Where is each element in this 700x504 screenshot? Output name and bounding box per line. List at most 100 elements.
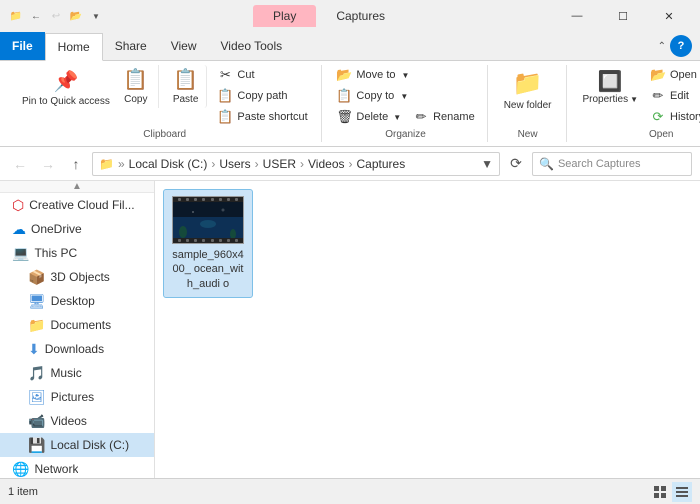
sidebar-label-pictures: Pictures [51, 390, 94, 404]
address-part-1: Local Disk (C:) [129, 157, 208, 171]
open-content: 🔲 Properties ▼ 📂 Open ▼ ✏ Edit ⟳ [577, 65, 700, 127]
sidebar-label-videos: Videos [50, 414, 86, 428]
refresh-button[interactable]: ⟳ [504, 152, 528, 176]
back-button[interactable]: ← [8, 152, 32, 176]
properties-icon: 🔲 [598, 69, 623, 94]
sidebar-scroll-up[interactable]: ▲ [0, 181, 154, 193]
copy-path-button[interactable]: 📋 Copy path [213, 86, 313, 106]
address-dropdown-arrow[interactable]: ▼ [481, 157, 493, 171]
rename-button[interactable]: ✏ Rename [409, 107, 479, 127]
move-to-label: Move to [356, 69, 395, 81]
delete-arrow: ▼ [393, 113, 401, 122]
address-sep-1: » [118, 157, 125, 171]
close-button[interactable]: ✕ [646, 0, 692, 32]
tab-home[interactable]: Home [45, 33, 103, 61]
sidebar-item-network[interactable]: 🌐 Network [0, 457, 154, 478]
status-count: 1 item [8, 486, 650, 498]
sidebar-item-documents[interactable]: 📁 Documents [0, 313, 154, 337]
paste-shortcut-button[interactable]: 📋 Paste shortcut [213, 107, 313, 127]
sidebar-item-desktop[interactable]: 🖥 Desktop [0, 289, 154, 313]
help-button[interactable]: ? [670, 35, 692, 57]
pin-icon: 📌 [53, 69, 78, 94]
forward-button[interactable]: → [36, 152, 60, 176]
music-icon: 🎵 [28, 365, 45, 382]
tab-share[interactable]: Share [103, 32, 159, 60]
address-part-4: Videos [308, 157, 344, 171]
title-center: Play Captures [104, 5, 554, 27]
delete-button[interactable]: 🗑 Delete ▼ [332, 107, 405, 127]
up-button[interactable]: ↑ [64, 152, 88, 176]
paste-button[interactable]: 📋 Paste [165, 65, 208, 108]
details-view-button[interactable] [672, 482, 692, 502]
ribbon: 📌 Pin to Quick access 📋 Copy 📋 Paste ✂ C… [0, 61, 700, 147]
ribbon-group-new: 📁 New folder New [490, 65, 567, 142]
tab-view[interactable]: View [159, 32, 209, 60]
sidebar-item-videos[interactable]: 📹 Videos [0, 409, 154, 433]
address-sep-3: › [255, 157, 259, 171]
sidebar-item-3d-objects[interactable]: 📦 3D Objects [0, 265, 154, 289]
copy-to-button[interactable]: 📋 Copy to ▼ [332, 86, 478, 106]
file-item-0[interactable]: sample_960x400_ ocean_with_audi o [163, 189, 253, 298]
paste-label: Paste [173, 94, 199, 106]
sidebar-label-this-pc: This PC [34, 246, 77, 260]
move-to-button[interactable]: 📂 Move to ▼ [332, 65, 478, 85]
sidebar-item-onedrive[interactable]: ☁ OneDrive [0, 217, 154, 241]
desktop-icon: 🖥 [28, 293, 46, 310]
sidebar-label-music: Music [50, 366, 81, 380]
large-icon-view-button[interactable] [650, 482, 670, 502]
pin-to-quick-access-button[interactable]: 📌 Pin to Quick access [16, 65, 116, 112]
address-bar[interactable]: 📁 » Local Disk (C:) › Users › USER › Vid… [92, 152, 500, 176]
minimize-button[interactable]: — [554, 0, 600, 32]
sidebar-label-local-disk: Local Disk (C:) [50, 438, 129, 452]
history-button[interactable]: ⟳ History [646, 107, 700, 127]
folder-icon: 📂 [68, 8, 84, 24]
sidebar-item-downloads[interactable]: ⬇ Downloads [0, 337, 154, 361]
sidebar-item-music[interactable]: 🎵 Music [0, 361, 154, 385]
open-small-buttons: 📂 Open ▼ ✏ Edit ⟳ History [646, 65, 700, 127]
copy-button[interactable]: 📋 Copy [118, 65, 154, 108]
new-folder-button[interactable]: 📁 New folder [498, 65, 558, 116]
view-buttons [650, 482, 692, 502]
copy-to-label: Copy to [356, 90, 394, 102]
search-bar[interactable]: 🔍 Search Captures [532, 152, 692, 176]
nav-bar: ← → ↑ 📁 » Local Disk (C:) › Users › USER… [0, 147, 700, 181]
paste-icon: 📋 [173, 67, 198, 92]
copy-path-label: Copy path [237, 90, 287, 102]
file-area[interactable]: sample_960x400_ ocean_with_audi o [155, 181, 700, 478]
onedrive-icon: ☁ [12, 221, 26, 238]
properties-button[interactable]: 🔲 Properties ▼ [577, 65, 645, 109]
delete-icon: 🗑 [336, 109, 352, 125]
title-bar-controls: — ☐ ✕ [554, 0, 692, 32]
delete-label: Delete [356, 111, 388, 123]
copy-to-icon: 📋 [336, 88, 352, 104]
open-button[interactable]: 📂 Open ▼ [646, 65, 700, 85]
paste-shortcut-icon: 📋 [217, 109, 233, 125]
sidebar-item-pictures[interactable]: 🖼 Pictures [0, 385, 154, 409]
dropdown-arrow-icon[interactable]: ▼ [88, 8, 104, 24]
clipboard-label: Clipboard [16, 127, 313, 142]
file-tab[interactable]: File [0, 32, 45, 60]
rename-icon: ✏ [413, 109, 429, 125]
local-disk-icon: 💾 [28, 437, 45, 454]
back-icon[interactable]: ← [28, 8, 44, 24]
sidebar-item-this-pc[interactable]: 💻 This PC [0, 241, 154, 265]
ribbon-collapse-btn[interactable]: ⌃ [658, 41, 666, 52]
pictures-icon: 🖼 [28, 389, 46, 406]
this-pc-icon: 💻 [12, 245, 29, 262]
sidebar-label-creative-cloud: Creative Cloud Fil... [29, 198, 134, 212]
sidebar-item-creative-cloud[interactable]: ⬡ Creative Cloud Fil... [0, 193, 154, 217]
search-placeholder: Search Captures [558, 158, 641, 170]
address-sep-4: › [300, 157, 304, 171]
file-name-0: sample_960x400_ ocean_with_audi o [170, 248, 246, 291]
cut-button[interactable]: ✂ Cut [213, 65, 313, 85]
edit-button[interactable]: ✏ Edit [646, 86, 700, 106]
sidebar-item-local-disk[interactable]: 💾 Local Disk (C:) [0, 433, 154, 457]
file-thumbnail-0 [172, 196, 244, 244]
tab-video-tools[interactable]: Video Tools [209, 32, 295, 60]
open-label: Open [670, 69, 697, 81]
new-content: 📁 New folder [498, 65, 558, 127]
organize-content: 📂 Move to ▼ 📋 Copy to ▼ 🗑 Delete ▼ [332, 65, 478, 127]
properties-label-row: Properties ▼ [583, 94, 639, 105]
maximize-button[interactable]: ☐ [600, 0, 646, 32]
play-tab[interactable]: Play [253, 5, 316, 27]
